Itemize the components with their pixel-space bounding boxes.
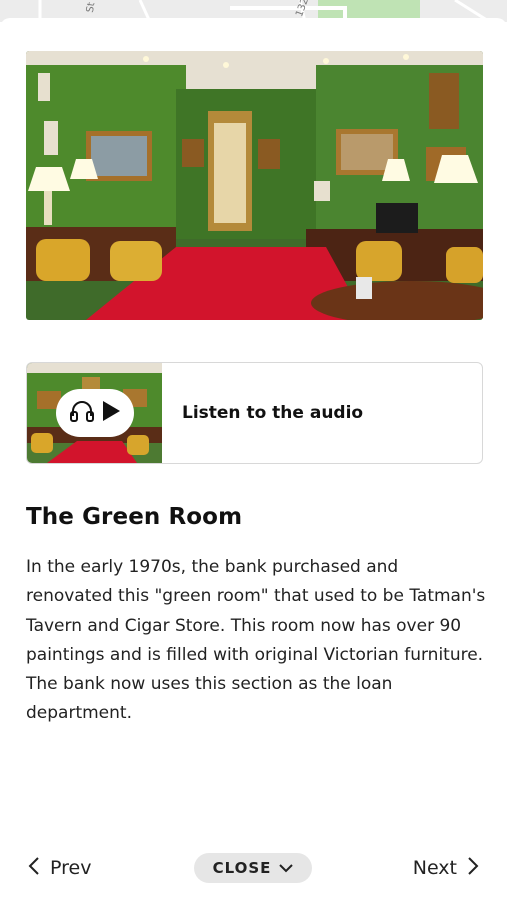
- map-street-label: St: [84, 1, 98, 14]
- green-room-photo: [26, 51, 483, 320]
- prev-button[interactable]: Prev: [28, 852, 91, 884]
- stop-description: In the early 1970s, the bank purchased a…: [26, 557, 486, 724]
- audio-thumbnail: [27, 363, 162, 463]
- audio-label: Listen to the audio: [182, 403, 364, 423]
- headphones-icon: [69, 400, 95, 426]
- chevron-left-icon: [28, 856, 40, 881]
- close-label: CLOSE: [212, 859, 272, 877]
- chevron-down-icon: [279, 859, 294, 877]
- chevron-right-icon: [467, 856, 479, 881]
- next-label: Next: [412, 857, 457, 879]
- listen-audio-button[interactable]: Listen to the audio: [26, 362, 483, 464]
- audio-play-pill[interactable]: [56, 389, 134, 437]
- prev-label: Prev: [50, 857, 92, 879]
- play-icon: [101, 400, 121, 426]
- stop-title: The Green Room: [26, 504, 243, 530]
- next-button[interactable]: Next: [413, 852, 479, 884]
- close-button[interactable]: CLOSE: [194, 853, 312, 883]
